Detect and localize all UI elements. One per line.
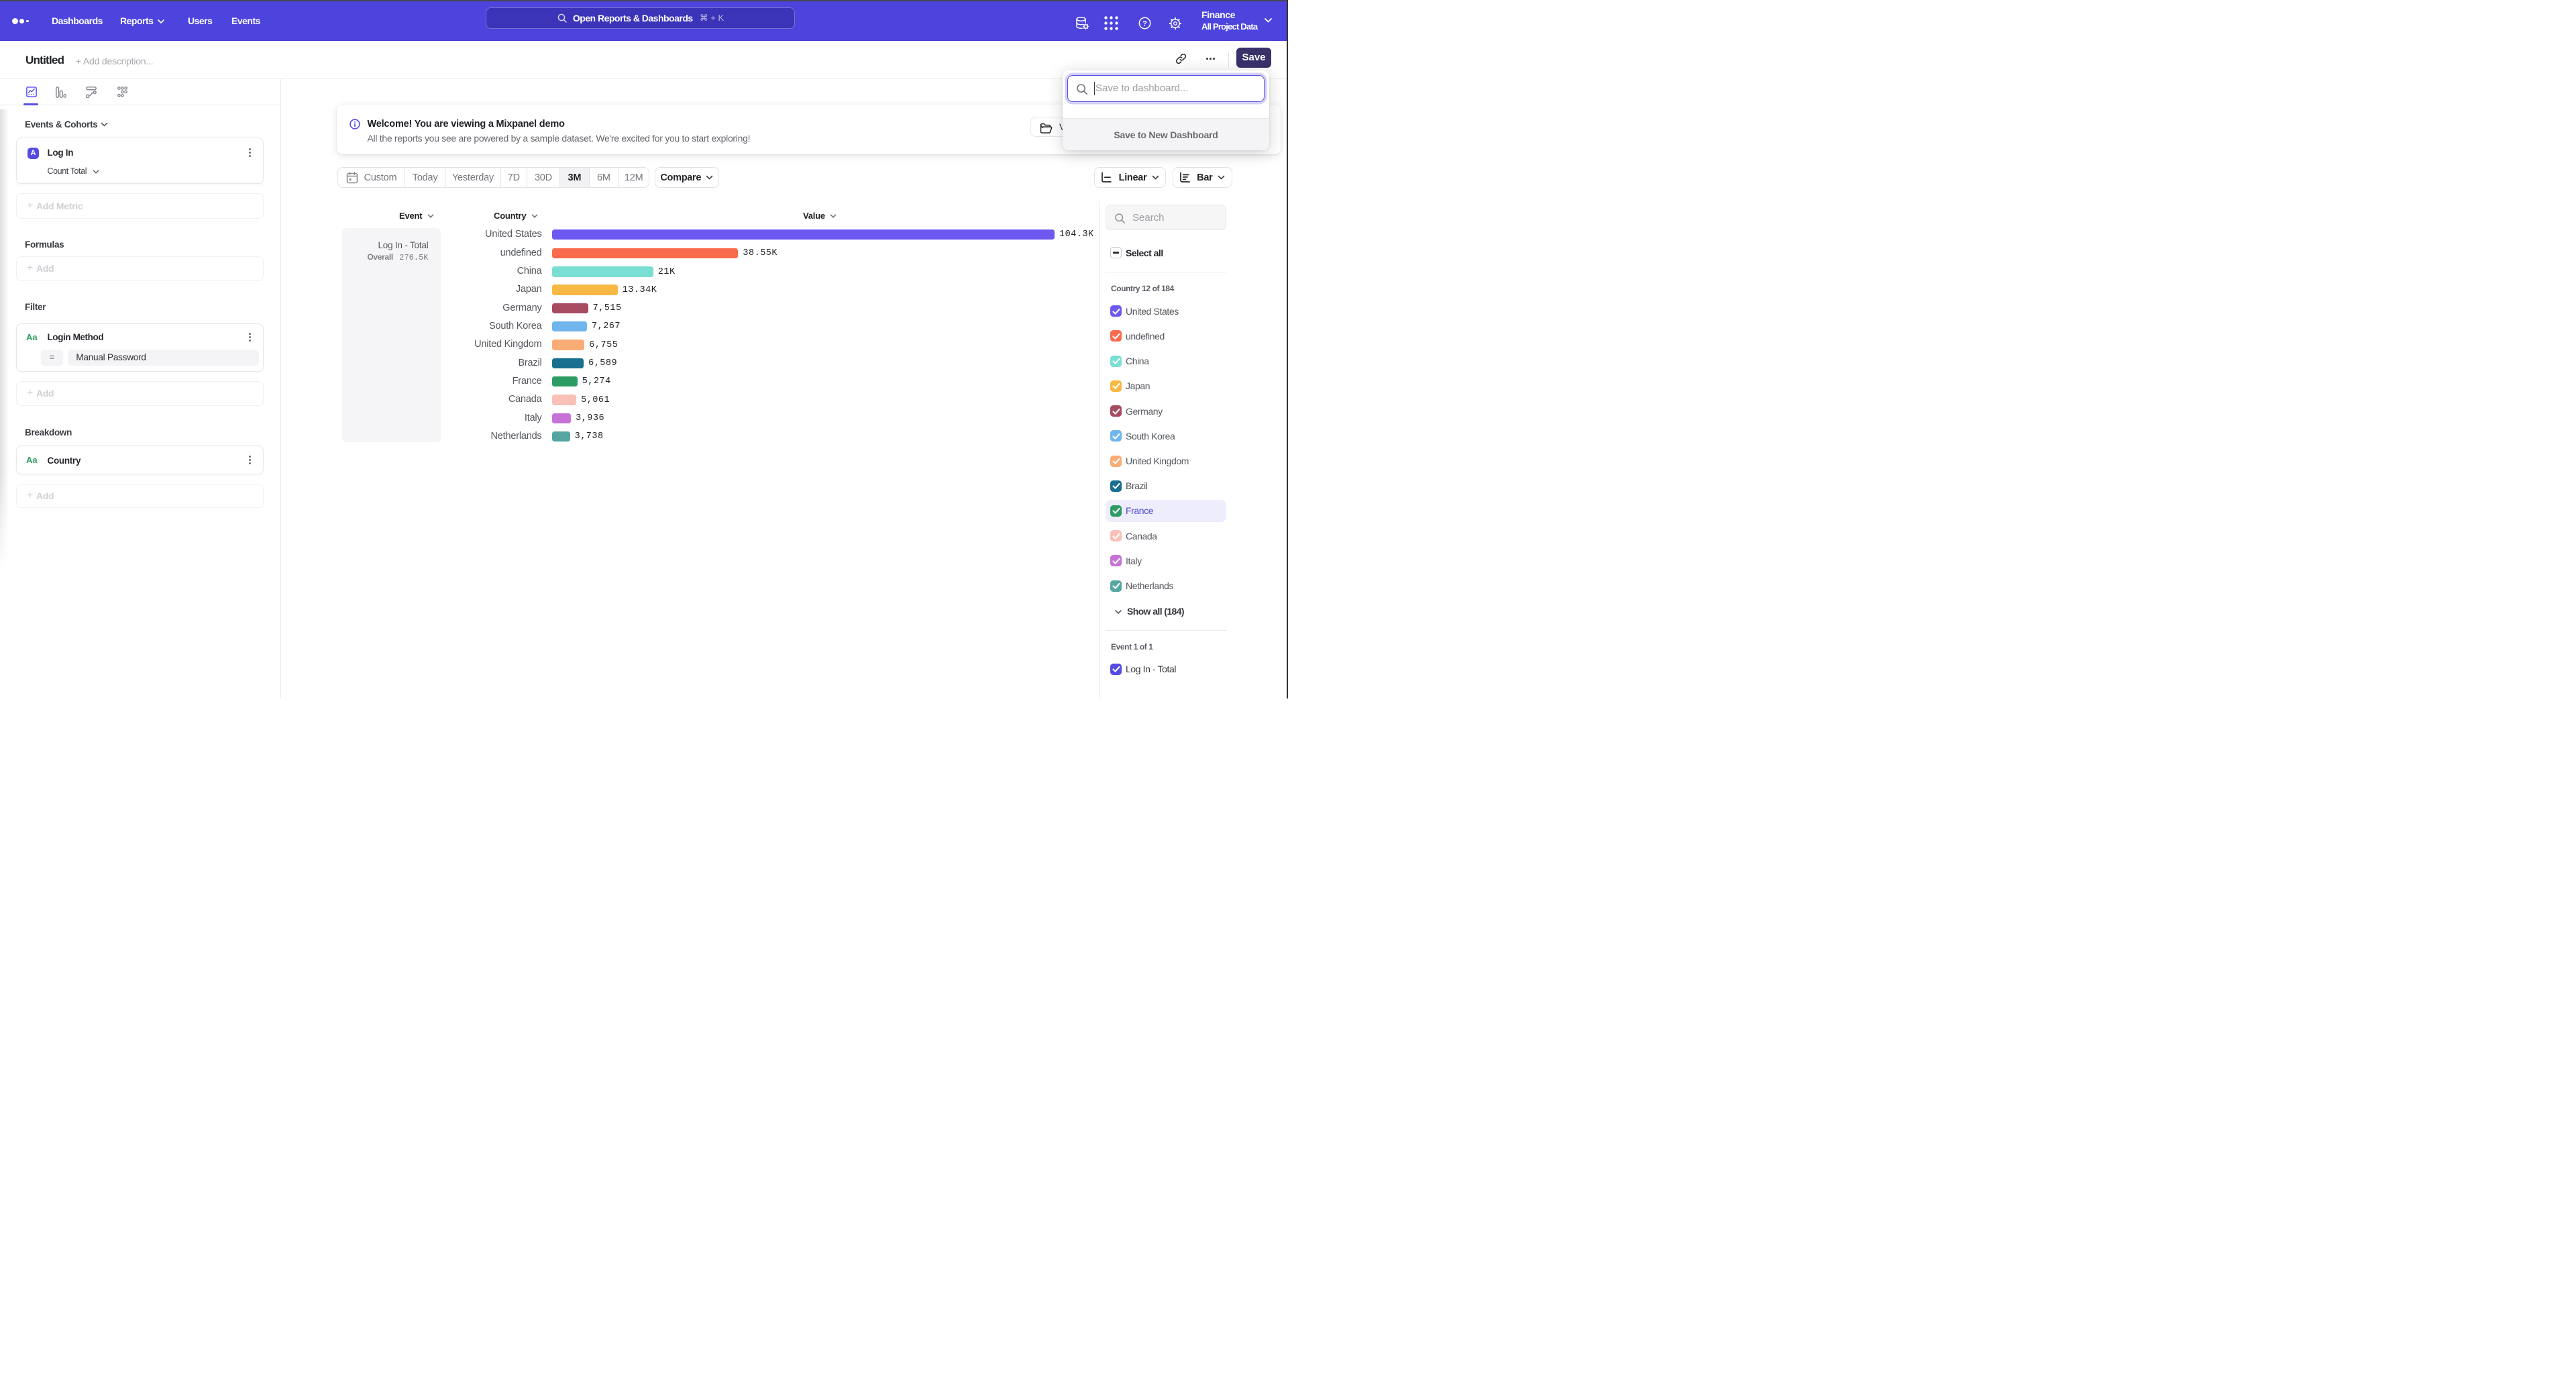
svg-text:?: ? — [1142, 19, 1147, 28]
